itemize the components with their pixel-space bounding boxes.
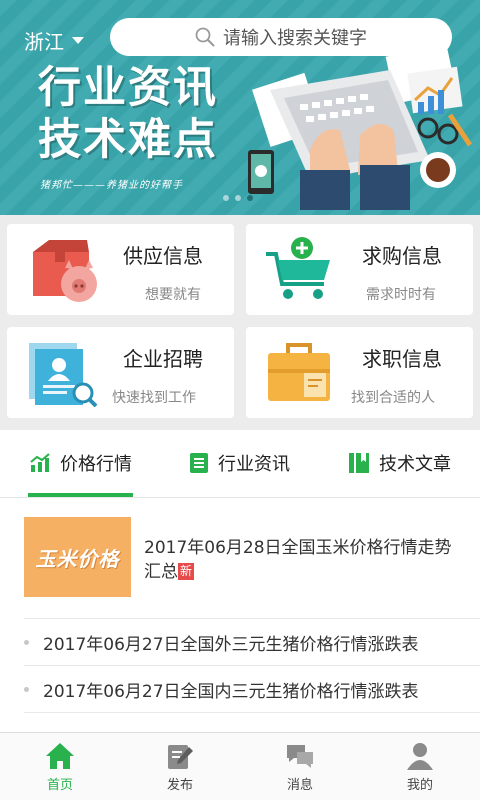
tab-label: 行业资讯 bbox=[218, 454, 290, 475]
list-item[interactable]: 2017年06月27日全国外三元生猪价格行情涨跌表 bbox=[24, 618, 480, 665]
thumbnail-text: 玉米价格 bbox=[35, 546, 120, 571]
list-item-title: 2017年06月27日全国外三元生猪价格行情涨跌表 bbox=[43, 634, 419, 655]
nav-label: 消息 bbox=[286, 778, 313, 793]
tab-price[interactable]: 价格行情 bbox=[30, 450, 132, 476]
banner-title-line1: 行业资讯 bbox=[38, 63, 218, 113]
carousel-dot[interactable] bbox=[223, 195, 229, 201]
active-tab-indicator bbox=[28, 493, 133, 497]
card-purchase[interactable]: 求购信息 需求时时有 bbox=[246, 224, 473, 315]
card-supply[interactable]: 供应信息 想要就有 bbox=[7, 224, 234, 315]
tab-industry-news[interactable]: 行业资讯 bbox=[190, 450, 290, 476]
card-title: 供应信息 bbox=[123, 244, 203, 268]
user-icon bbox=[407, 743, 433, 770]
caret-down-icon bbox=[72, 37, 84, 44]
resume-search-icon bbox=[29, 343, 98, 407]
carousel-dot-active[interactable] bbox=[247, 195, 253, 201]
list-item[interactable]: 2017年06月27日全国内三元生猪价格行情涨跌表 bbox=[24, 665, 480, 712]
nav-home[interactable]: 首页 bbox=[20, 741, 100, 793]
briefcase-icon bbox=[268, 343, 330, 401]
nav-profile[interactable]: 我的 bbox=[380, 741, 460, 793]
bullet-icon bbox=[24, 639, 29, 645]
card-subtitle: 想要就有 bbox=[145, 287, 201, 303]
nav-label: 我的 bbox=[406, 778, 433, 793]
new-badge: 新 bbox=[178, 563, 195, 580]
featured-news-thumbnail[interactable]: 玉米价格 bbox=[24, 517, 131, 597]
bullet-icon bbox=[24, 686, 29, 692]
card-job-seeking[interactable]: 求职信息 找到合适的人 bbox=[246, 327, 473, 418]
card-subtitle: 需求时时有 bbox=[366, 287, 436, 303]
shopping-cart-icon bbox=[266, 237, 330, 299]
quick-entry-grid: 供应信息 想要就有 求购信息 需求时时有 企业招聘 快速找到工作 求职信息 找到… bbox=[0, 215, 480, 430]
nav-messages[interactable]: 消息 bbox=[260, 741, 340, 793]
document-icon bbox=[190, 453, 208, 473]
news-list: 玉米价格 2017年06月28日全国玉米价格行情走势汇总新 2017年06月27… bbox=[0, 498, 480, 732]
city-selector[interactable]: 浙江 bbox=[24, 26, 84, 55]
featured-news-title[interactable]: 2017年06月28日全国玉米价格行情走势汇总新 bbox=[144, 536, 464, 584]
banner[interactable]: 浙江 请输入搜索关键字 行业资讯 技术难点 猪邦忙———养猪业的好帮手 bbox=[0, 0, 480, 215]
card-title: 企业招聘 bbox=[123, 347, 203, 371]
card-subtitle: 快速找到工作 bbox=[112, 390, 196, 406]
list-item-title: 2017年06月27日全国内三元生猪价格行情涨跌表 bbox=[43, 681, 419, 702]
card-subtitle: 找到合适的人 bbox=[351, 390, 435, 406]
tab-label: 价格行情 bbox=[60, 454, 132, 475]
pig-box-icon bbox=[33, 240, 97, 302]
nav-label: 首页 bbox=[46, 778, 73, 793]
banner-title-line2: 技术难点 bbox=[38, 115, 218, 165]
home-icon bbox=[46, 743, 74, 769]
laptop-illustration bbox=[248, 43, 473, 210]
card-title: 求购信息 bbox=[362, 244, 442, 268]
banner-tagline: 猪邦忙———养猪业的好帮手 bbox=[40, 180, 183, 191]
bottom-navigation: 首页 发布 消息 我的 bbox=[0, 732, 480, 800]
nav-label: 发布 bbox=[166, 778, 193, 793]
card-recruitment[interactable]: 企业招聘 快速找到工作 bbox=[7, 327, 234, 418]
tab-label: 技术文章 bbox=[379, 454, 451, 475]
list-item-partial[interactable] bbox=[24, 712, 480, 732]
carousel-dots bbox=[223, 195, 253, 201]
carousel-dot[interactable] bbox=[235, 195, 241, 201]
chat-icon bbox=[287, 745, 313, 768]
edit-icon bbox=[168, 745, 193, 769]
banner-title: 行业资讯 技术难点 bbox=[38, 62, 218, 166]
tab-tech-articles[interactable]: 技术文章 bbox=[349, 450, 451, 476]
news-tabs: 价格行情 行业资讯 技术文章 bbox=[0, 430, 480, 498]
search-placeholder: 请输入搜索关键字 bbox=[223, 28, 367, 49]
search-bar[interactable]: 请输入搜索关键字 bbox=[110, 18, 452, 56]
nav-publish[interactable]: 发布 bbox=[140, 741, 220, 793]
book-icon bbox=[349, 453, 369, 473]
city-label: 浙江 bbox=[24, 30, 64, 54]
card-title: 求职信息 bbox=[362, 347, 442, 371]
search-icon bbox=[195, 27, 215, 47]
chart-icon bbox=[30, 453, 50, 472]
